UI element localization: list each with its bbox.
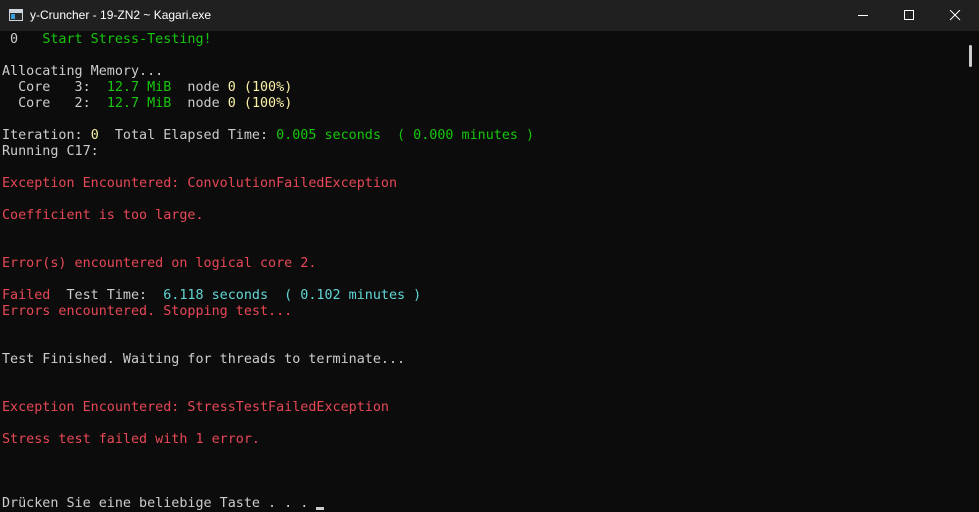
console-text-segment: Test Finished. Waiting for threads to te… [2,352,406,367]
minimize-button[interactable] [840,0,886,31]
console-line: Running C17: [2,144,99,160]
close-icon [949,10,961,21]
console-app-icon [9,9,23,21]
console-line: Failed Test Time: 6.118 seconds ( 0.102 … [2,288,421,304]
close-button[interactable] [932,0,978,31]
console-line: Allocating Memory... [2,64,163,80]
console-line: Core 3: 12.7 MiB node 0 (100%) [2,80,292,96]
console-text-segment: 100% [251,80,285,95]
console-line: Coefficient is too large. [2,208,204,224]
console-text-segment: Coefficient is too large. [2,208,204,223]
console-text-segment: Total Elapsed Time: [98,128,277,143]
console-text-segment: 6.118 seconds ( 0.102 minutes ) [163,288,422,303]
console-text-segment: Exception Encountered: ConvolutionFailed… [2,176,398,191]
maximize-button[interactable] [886,0,932,31]
console-line: Exception Encountered: ConvolutionFailed… [2,176,397,192]
console-window: y-Cruncher - 19-ZN2 ~ Kagari.exe 0 Start… [0,0,979,512]
console-text-segment: Allocating Memory... [2,64,164,79]
console-text-segment: Errors encountered. Stopping test... [2,304,293,319]
minimize-icon [858,15,868,16]
console-line: Core 2: 12.7 MiB node 0 (100%) [2,96,292,112]
console-text-segment: Core 3: [2,80,107,95]
console-text-segment: Running C17: [2,144,99,159]
title-bar[interactable]: y-Cruncher - 19-ZN2 ~ Kagari.exe [0,0,979,31]
console-text-segment: ) [284,96,293,111]
console-line: Iteration: 0 Total Elapsed Time: 0.005 s… [2,128,534,144]
maximize-icon [904,10,914,20]
console-text-segment: 0 [227,80,236,95]
scrollbar-thumb[interactable] [969,45,972,67]
console-line: 0 Start Stress-Testing! [2,32,212,48]
console-text-segment: Error(s) encountered on logical core 2. [2,256,317,271]
console-text-segment: 0.005 seconds ( 0.000 minutes ) [276,128,535,143]
console-text-segment: 12.7 MiB [106,80,172,95]
console-line: Stress test failed with 1 error. [2,432,260,448]
text-cursor [316,507,325,510]
console-line: Exception Encountered: StressTestFailedE… [2,400,389,416]
console-line: Drücken Sie eine beliebige Taste . . . [2,496,325,512]
console-line: Errors encountered. Stopping test... [2,304,292,320]
console-text-segment: Iteration: [2,128,91,143]
window-title: y-Cruncher - 19-ZN2 ~ Kagari.exe [30,8,212,22]
console-line: Error(s) encountered on logical core 2. [2,256,316,272]
console-line: Test Finished. Waiting for threads to te… [2,352,405,368]
console-text-segment: Test Time: [50,288,164,303]
console-text-segment: Stress test failed with 1 error. [2,432,260,447]
console-text-segment: Start Stress-Testing! [42,32,212,47]
console-text-segment: Exception Encountered: StressTestFailedE… [2,400,389,415]
console-output[interactable]: 0 Start Stress-Testing! Allocating Memor… [0,31,966,512]
console-text-segment: 0 [2,32,43,47]
console-text-segment: 12.7 MiB [106,96,172,111]
console-text-segment: 0 [90,128,99,143]
console-text-segment: Core 2: [2,96,107,111]
console-text-segment: 100% [251,96,285,111]
console-text-segment: node [171,80,228,95]
console-text-segment: ) [284,80,293,95]
console-text-segment: node [171,96,228,111]
console-text-segment: 0 [227,96,236,111]
console-text-segment: ( [235,80,252,95]
vertical-scrollbar[interactable] [966,31,979,512]
console-text-segment: Failed [2,288,51,303]
console-text-segment: ( [235,96,252,111]
console-text-segment: Drücken Sie eine beliebige Taste . . . [2,496,317,511]
